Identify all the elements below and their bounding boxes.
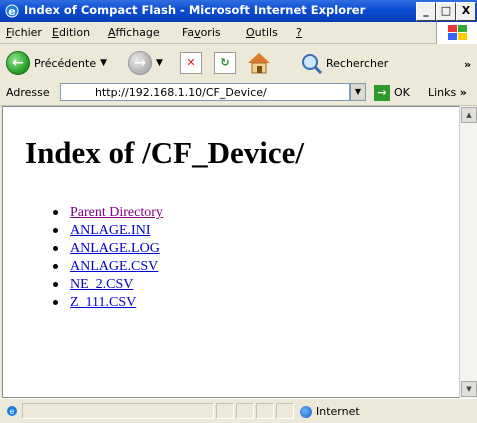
address-dropdown-icon[interactable]: ▼ [350,83,366,101]
scroll-down-icon[interactable]: ▼ [461,381,477,397]
file-list: Parent Directory ANLAGE.INI ANLAGE.LOG A… [53,205,163,313]
address-label: Adresse [6,86,50,99]
status-pane [256,403,274,419]
close-button[interactable]: X [456,2,476,21]
parent-directory-link[interactable]: Parent Directory [70,205,163,220]
list-item: NE_2.CSV [53,277,163,295]
status-pane [236,403,254,419]
search-icon [302,54,322,74]
svg-text:e: e [10,407,15,416]
menu-edition[interactable]: Edition [52,26,90,39]
list-item: ANLAGE.CSV [53,259,163,277]
windows-logo-icon [436,22,477,44]
menu-favoris[interactable]: Favoris [182,26,221,39]
ie-logo-icon: e [5,4,19,18]
vertical-scrollbar[interactable]: ▲ ▼ [459,106,477,398]
menu-outils[interactable]: Outils [246,26,278,39]
zone-label: Internet [316,405,360,418]
menu-affichage[interactable]: Affichage [108,26,160,39]
file-link[interactable]: Z_111.CSV [70,295,136,310]
list-item: Z_111.CSV [53,295,163,313]
file-link[interactable]: ANLAGE.CSV [70,259,158,274]
list-item: ANLAGE.LOG [53,241,163,259]
back-dropdown-icon[interactable]: ▼ [100,58,107,68]
scroll-up-icon[interactable]: ▲ [461,107,477,123]
search-button[interactable]: Rechercher [300,50,388,76]
stop-icon: ✕ [180,52,202,74]
menu-fichier[interactable]: Fichier [6,26,42,39]
file-link[interactable]: NE_2.CSV [70,277,133,292]
page-heading: Index of /CF_Device/ [25,135,304,170]
page-content: Index of /CF_Device/ Parent Directory AN… [2,106,459,398]
browser-window: e Index of Compact Flash - Microsoft Int… [0,0,477,423]
list-item: Parent Directory [53,205,163,223]
go-button[interactable]: OK [394,86,410,99]
svg-text:e: e [8,5,15,18]
status-pane [276,403,294,419]
restore-button[interactable]: □ [436,2,456,21]
status-bar: e Internet [0,398,477,423]
stop-button[interactable]: ✕ [180,50,202,76]
status-text-pane [22,403,214,419]
security-zone: Internet [300,405,360,418]
refresh-icon: ↻ [214,52,236,74]
toolbar: ← Précédente ▼ → ▼ ✕ ↻ Rechercher » [0,44,477,82]
refresh-button[interactable]: ↻ [214,50,236,76]
search-label: Rechercher [326,56,389,70]
go-arrow-icon[interactable]: → [374,85,390,101]
back-arrow-icon: ← [6,51,30,75]
file-link[interactable]: ANLAGE.LOG [70,241,160,256]
home-icon [248,53,270,74]
file-link[interactable]: ANLAGE.INI [70,223,150,238]
address-url: http://192.168.1.10/CF_Device/ [95,86,267,99]
globe-icon [300,405,312,418]
forward-button[interactable]: → ▼ [128,50,163,76]
toolbar-overflow-icon[interactable]: » [464,58,471,71]
back-label: Précédente [34,56,97,70]
list-item: ANLAGE.INI [53,223,163,241]
address-input[interactable]: http://192.168.1.10/CF_Device/ [60,83,350,101]
minimize-button[interactable]: _ [416,2,436,21]
home-button[interactable] [246,50,272,76]
page-icon: e [7,406,17,416]
menu-bar: Fichier Edition Affichage Favoris Outils… [0,22,477,44]
title-bar[interactable]: e Index of Compact Flash - Microsoft Int… [0,0,477,22]
address-bar: Adresse http://192.168.1.10/CF_Device/ ▼… [0,81,477,106]
back-button[interactable]: ← Précédente ▼ [6,50,107,76]
forward-dropdown-icon[interactable]: ▼ [156,58,163,68]
forward-arrow-icon: → [128,51,152,75]
links-button[interactable]: Links » [428,86,467,99]
window-title: Index of Compact Flash - Microsoft Inter… [24,3,366,17]
menu-help[interactable]: ? [296,26,302,39]
status-pane [216,403,234,419]
